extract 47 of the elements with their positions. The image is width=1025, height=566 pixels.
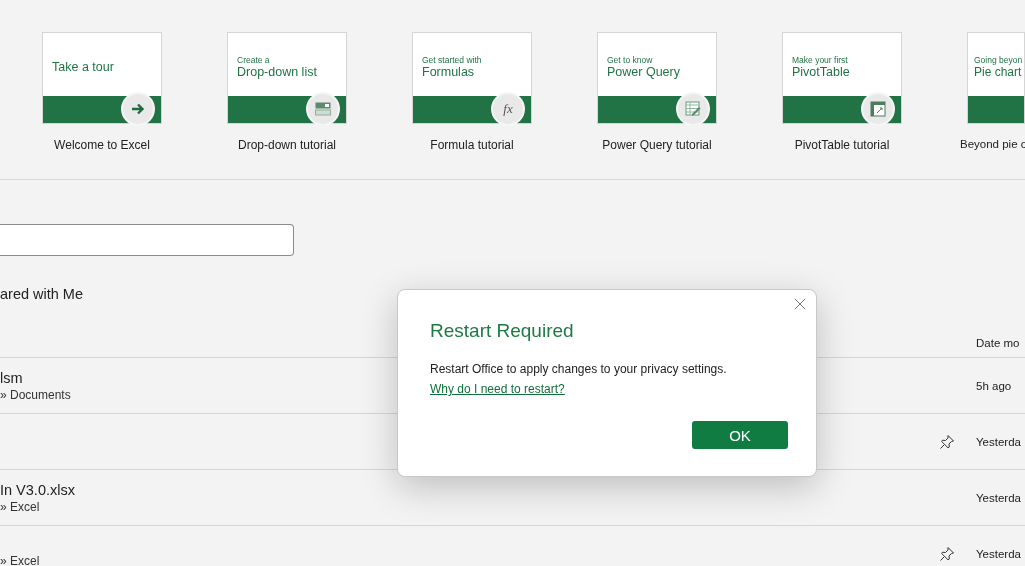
template-thumbnail[interactable]: Create a Drop-down list bbox=[227, 32, 347, 124]
file-row[interactable]: » Excel Yesterda bbox=[0, 526, 1025, 566]
thumbnail-title: Formulas bbox=[422, 64, 475, 79]
pin-icon[interactable] bbox=[939, 545, 955, 562]
template-thumbnail[interactable]: Get to know Power Query bbox=[597, 32, 717, 124]
thumbnail-title: PivotTable bbox=[792, 64, 850, 79]
pivot-table-icon bbox=[870, 101, 886, 118]
thumbnail-title: Power Query bbox=[607, 64, 680, 79]
thumbnail-title: Drop-down list bbox=[237, 64, 317, 79]
search-field[interactable] bbox=[0, 224, 294, 256]
thumbnail-title: Pie chart bbox=[974, 64, 1022, 79]
column-header[interactable]: Date mo bbox=[976, 337, 1020, 349]
close-icon[interactable] bbox=[794, 298, 806, 310]
file-date: Yesterda bbox=[976, 547, 1021, 560]
template-caption[interactable]: PivotTable tutorial bbox=[794, 138, 890, 152]
file-location: » Excel bbox=[0, 554, 40, 566]
template-thumbnail[interactable]: Get started with Formulas fx bbox=[412, 32, 532, 124]
file-name: In V3.0.xlsx bbox=[0, 482, 75, 498]
template-thumbnail[interactable]: Take a tour bbox=[42, 32, 162, 124]
template-caption[interactable]: Drop-down tutorial bbox=[237, 138, 336, 152]
form-icon bbox=[315, 102, 331, 117]
thumbnail-subtitle: Make your first bbox=[792, 54, 848, 65]
file-name: lsm bbox=[0, 370, 23, 386]
thumbnail-subtitle: Get started with bbox=[422, 54, 482, 65]
section-tab[interactable]: ared with Me bbox=[0, 286, 83, 302]
file-date: Yesterda bbox=[976, 435, 1021, 448]
function-icon: fx bbox=[503, 101, 513, 118]
file-location: » Excel bbox=[0, 500, 40, 514]
arrow-icon bbox=[131, 102, 145, 117]
file-date: Yesterda bbox=[976, 491, 1021, 504]
file-location: » Documents bbox=[0, 388, 71, 402]
table-edit-icon bbox=[685, 101, 701, 118]
thumbnail-subtitle: Going beyon bbox=[974, 54, 1023, 65]
help-link[interactable]: Why do I need to restart? bbox=[430, 382, 565, 396]
template-caption[interactable]: Formula tutorial bbox=[430, 138, 514, 152]
dialog-message: Restart Office to apply changes to your privacy settings. bbox=[430, 362, 727, 376]
ok-button[interactable]: OK bbox=[692, 421, 788, 449]
template-thumbnail[interactable]: Make your first PivotTable bbox=[782, 32, 902, 124]
template-thumbnail[interactable]: Going beyon Pie chart bbox=[967, 32, 1025, 124]
template-caption[interactable]: Power Query tutorial bbox=[602, 138, 712, 152]
pin-icon[interactable] bbox=[939, 433, 955, 450]
thumbnail-title: Take a tour bbox=[52, 59, 114, 74]
dialog-title: Restart Required bbox=[430, 320, 574, 342]
thumbnail-subtitle: Create a bbox=[237, 54, 270, 65]
template-caption[interactable]: Welcome to Excel bbox=[54, 138, 150, 152]
thumbnail-subtitle: Get to know bbox=[607, 54, 653, 65]
file-date: 5h ago bbox=[976, 379, 1012, 392]
